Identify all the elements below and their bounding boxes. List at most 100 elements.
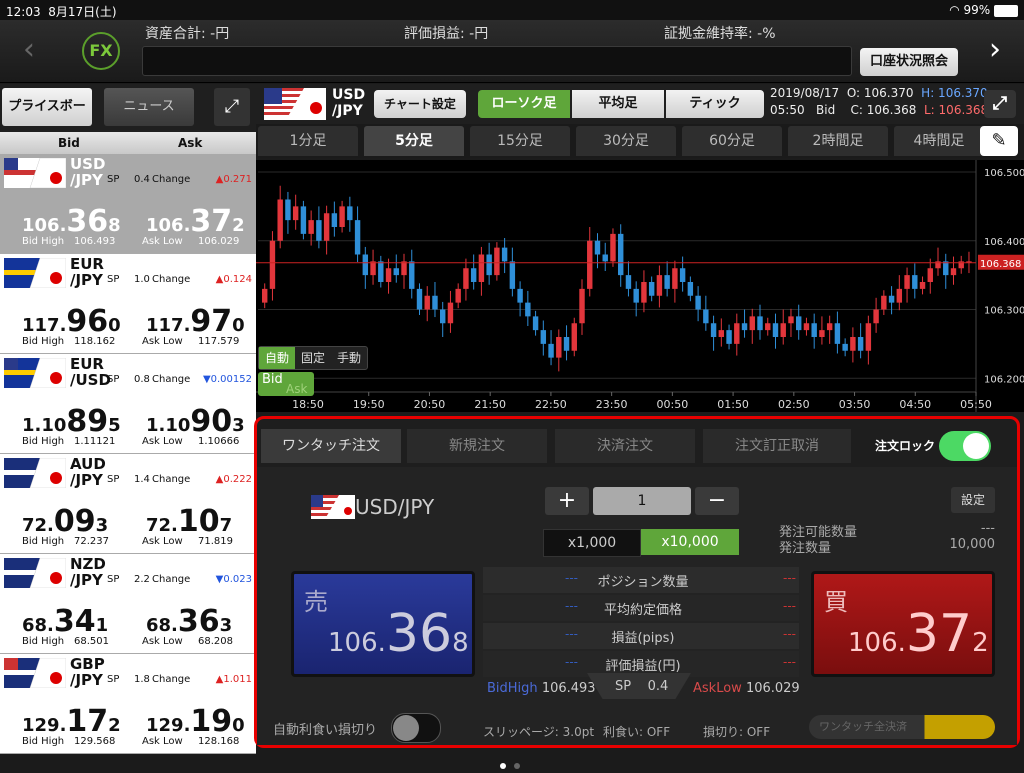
tab-modify-cancel[interactable]: 注文訂正取消 <box>703 429 851 463</box>
scale-mode-group: 自動 固定 手動 <box>258 346 369 370</box>
bid-price[interactable]: 72.093 <box>22 504 108 539</box>
bid-price[interactable]: 106.368 <box>22 204 121 239</box>
ask-price[interactable]: 106.372 <box>146 204 245 239</box>
x-tick-label: 19:50 <box>353 398 385 411</box>
tab-period[interactable]: 4時間足 <box>894 126 984 156</box>
candle-body <box>741 323 748 331</box>
stop-loss-label: 損切り: OFF <box>703 721 770 740</box>
candle-body <box>525 302 531 317</box>
price-row[interactable]: EUR/USD SP 0.8 Change ▼0.00152 1.10895 1.10903… <box>0 354 256 454</box>
back-icon[interactable]: ‹ <box>10 32 48 70</box>
candle-body <box>610 233 616 262</box>
chart-expand-icon[interactable]: ⤢ <box>984 90 1016 118</box>
pair-quote: /JPY <box>70 571 103 589</box>
bid-ask-toggle[interactable]: Bid Ask <box>258 372 314 396</box>
current-price-label: 106.368 <box>980 259 1021 270</box>
tick-button[interactable]: ティック <box>666 90 764 118</box>
heikin-button[interactable]: 平均足 <box>572 90 664 118</box>
buy-label: 買 <box>824 588 848 616</box>
bid-price[interactable]: 1.10895 <box>22 404 121 439</box>
buy-price: 106.372 <box>848 604 989 664</box>
candle-button[interactable]: ローソク足 <box>478 90 570 118</box>
ask-low-value: 1.10666 <box>198 436 240 447</box>
price-row[interactable]: AUD/JPY SP 1.4 Change ▲0.222 72.093 72.107 Bid … <box>0 454 256 554</box>
close-all-slider[interactable]: ワンタッチ全決済 <box>809 715 995 739</box>
y-tick-label: 106.400 <box>984 237 1024 248</box>
spread-label: SP <box>107 674 120 685</box>
buy-button[interactable]: 買 106.372 <box>811 571 995 677</box>
candle-body <box>416 288 423 310</box>
ask-low-info: AskLow 106.029 <box>693 681 800 696</box>
auto-tp-sl-toggle[interactable] <box>391 713 441 743</box>
candle-body <box>556 337 562 358</box>
account-status-button[interactable]: 口座状況照会 <box>860 48 958 76</box>
bid-price-a: 1.10 <box>22 415 67 436</box>
bid-price[interactable]: 129.172 <box>22 704 121 739</box>
qty-plus-button[interactable]: + <box>545 487 589 515</box>
tab-period[interactable]: 5分足 <box>364 126 464 156</box>
ohlc-readout: 2019/08/17 O: 106.370 H: 106.370 05:50 B… <box>770 85 988 119</box>
candle-body <box>331 213 338 227</box>
candle-body <box>656 275 663 296</box>
ohlc-time: 05:50 <box>770 103 805 117</box>
ask-header: Ask <box>178 136 203 150</box>
tab-period[interactable]: 2時間足 <box>788 126 888 156</box>
tab-period[interactable]: 1分足 <box>258 126 358 156</box>
draw-pen-icon[interactable]: ✎ <box>980 126 1018 156</box>
spread-value: 0.4 <box>647 679 669 694</box>
ask-low-label: Ask Low <box>142 636 183 647</box>
ask-price[interactable]: 117.970 <box>146 304 245 339</box>
tab-priceboard[interactable]: プライスボード <box>2 88 92 152</box>
price-row[interactable]: NZD/JPY SP 2.2 Change ▼0.023 68.341 68.363 Bid … <box>0 554 256 654</box>
expand-icon[interactable]: ⤢ <box>214 88 250 126</box>
ask-price-c: 0 <box>232 715 245 736</box>
ask-price-c: 3 <box>219 615 233 636</box>
candle-body <box>347 206 353 221</box>
bid-price[interactable]: 68.341 <box>22 604 108 639</box>
unit-x10000-button[interactable]: x10,000 <box>641 529 739 555</box>
ask-price[interactable]: 129.190 <box>146 704 245 739</box>
buy-position-value: --- <box>783 627 796 641</box>
spread-label: SP <box>107 274 120 285</box>
info-row-label: 評価損益(円) <box>605 659 681 674</box>
tab-new-order[interactable]: 新規注文 <box>407 429 547 463</box>
bid-high-label: Bid High <box>22 236 65 247</box>
order-pair-label: USD/JPY <box>355 495 435 519</box>
chart-settings-button[interactable]: チャート設定 <box>374 90 466 118</box>
bid-price[interactable]: 117.960 <box>22 304 121 339</box>
tab-one-touch[interactable]: ワンタッチ注文 <box>261 429 401 463</box>
forward-icon[interactable]: › <box>976 32 1014 70</box>
order-settings-button[interactable]: 設定 <box>951 487 995 513</box>
candle-body <box>292 206 299 221</box>
sell-button[interactable]: 売 106.368 <box>291 571 475 677</box>
candle-body <box>486 254 492 276</box>
buy-price-a: 106. <box>848 628 906 658</box>
bid-high-info: BidHigh 106.493 <box>487 681 596 696</box>
candle-body <box>888 295 895 303</box>
slippage-label: スリッページ: 3.0pt <box>483 721 594 740</box>
price-chart[interactable]: 106.500 106.400 106.300 106.200 18:50 19:50 20… <box>256 160 1024 412</box>
ask-price[interactable]: 68.363 <box>146 604 232 639</box>
tab-close-order[interactable]: 決済注文 <box>555 429 695 463</box>
tab-period[interactable]: 30分足 <box>576 126 676 156</box>
tab-period[interactable]: 60分足 <box>682 126 782 156</box>
ask-price-b: 10 <box>177 504 220 539</box>
ask-low-value: 128.168 <box>198 736 240 747</box>
scale-fixed-button[interactable]: 固定 <box>295 347 331 369</box>
ask-price[interactable]: 72.107 <box>146 504 232 539</box>
scale-manual-button[interactable]: 手動 <box>331 347 367 369</box>
buy-price-b: 37 <box>905 604 973 664</box>
order-lock-toggle[interactable] <box>939 431 991 461</box>
tab-period[interactable]: 15分足 <box>470 126 570 156</box>
unit-x1000-button[interactable]: x1,000 <box>543 529 641 557</box>
price-row[interactable]: EUR/JPY SP 1.0 Change ▲0.124 117.960 117.970 Bi… <box>0 254 256 354</box>
ask-price[interactable]: 1.10903 <box>146 404 245 439</box>
scale-auto-button[interactable]: 自動 <box>259 347 296 369</box>
tab-news[interactable]: ニュース <box>104 88 194 126</box>
qty-minus-button[interactable]: − <box>695 487 739 515</box>
price-row[interactable]: GBP/JPY SP 1.8 Change ▲1.011 129.172 129.190 Bi… <box>0 654 256 754</box>
candle-body <box>517 288 523 303</box>
price-row[interactable]: USD/JPY SP 0.4 Change ▲0.271 106.368 106.372 Bi… <box>0 154 256 254</box>
x-tick-label: 22:50 <box>535 398 567 411</box>
quantity-input[interactable]: 1 <box>593 487 691 515</box>
